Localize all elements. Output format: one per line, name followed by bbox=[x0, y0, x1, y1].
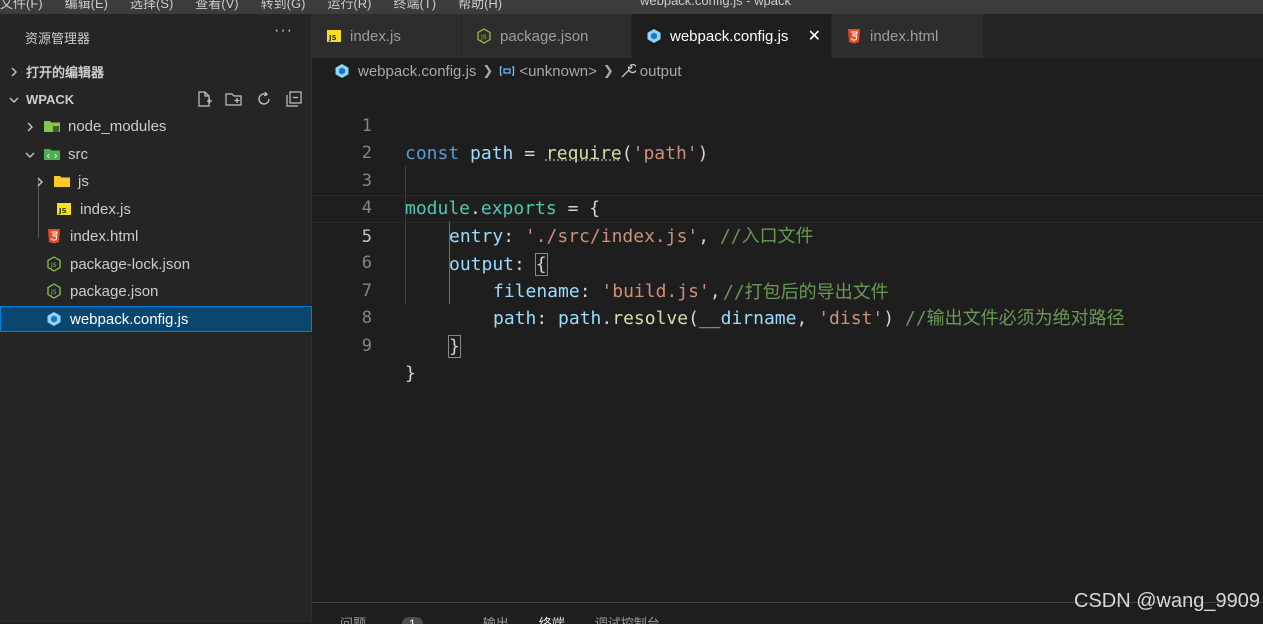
code-line: 1 const path = require('path') bbox=[312, 85, 1263, 165]
tree-item-label: package.json bbox=[70, 282, 159, 300]
tree-item-node-modules[interactable]: node_modules bbox=[0, 113, 312, 139]
menu-run[interactable]: 运行(R) bbox=[327, 0, 371, 12]
menu-bar: 文件(F) 编辑(E) 选择(S) 查看(V) 转到(G) 运行(R) 终端(T… bbox=[0, 0, 1263, 14]
chevron-right-icon: ❯ bbox=[482, 63, 494, 78]
chevron-down-icon bbox=[22, 146, 38, 162]
chevron-right-icon bbox=[32, 173, 48, 189]
tab-bar: JS index.js JS package.json webpack.conf… bbox=[312, 14, 1263, 58]
line-number: 9 bbox=[361, 335, 372, 356]
menu-selection[interactable]: 选择(S) bbox=[130, 0, 173, 12]
close-icon[interactable]: ✕ bbox=[808, 26, 821, 46]
collapse-all-icon[interactable] bbox=[285, 90, 303, 108]
tree-item-label: package-lock.json bbox=[70, 255, 191, 273]
tree-item-index-html[interactable]: index.html bbox=[0, 223, 312, 249]
chevron-right-icon bbox=[22, 118, 38, 134]
code-line: 9 } bbox=[312, 305, 1263, 385]
breadcrumb-scope[interactable]: <unknown> bbox=[519, 63, 597, 80]
html5-icon bbox=[846, 28, 862, 44]
menu-edit[interactable]: 编辑(E) bbox=[65, 0, 108, 12]
variable-icon bbox=[499, 63, 515, 79]
panel-tab-debug-console[interactable]: 调试控制台 bbox=[595, 613, 660, 624]
open-editors-section[interactable]: 打开的编辑器 bbox=[0, 58, 312, 84]
tree-item-label: index.html bbox=[70, 227, 139, 245]
tab-label: webpack.config.js bbox=[670, 27, 789, 45]
tab-package-json[interactable]: JS package.json bbox=[462, 14, 632, 58]
wrench-icon bbox=[620, 63, 638, 79]
open-editors-label: 打开的编辑器 bbox=[26, 64, 105, 80]
line-text: } bbox=[405, 363, 416, 384]
svg-text:JS: JS bbox=[50, 289, 57, 296]
project-label: WPACK bbox=[26, 91, 75, 107]
src-folder-icon bbox=[44, 146, 60, 162]
chevron-right-icon: ❯ bbox=[602, 63, 614, 78]
code-line: 8 } bbox=[312, 278, 1263, 358]
project-section[interactable]: WPACK bbox=[0, 86, 312, 112]
tree-item-js[interactable]: js bbox=[0, 168, 312, 194]
html5-icon bbox=[46, 228, 62, 244]
breadcrumb-file[interactable]: webpack.config.js bbox=[358, 63, 476, 80]
tree-item-label: webpack.config.js bbox=[70, 310, 189, 328]
explorer-sidebar: 资源管理器 ··· 打开的编辑器 WPACK node_modules src … bbox=[0, 14, 312, 623]
webpack-icon bbox=[46, 311, 62, 327]
menu-go[interactable]: 转到(G) bbox=[261, 0, 306, 12]
tab-index-html[interactable]: index.html bbox=[832, 14, 984, 58]
panel-tab-output[interactable]: 输出 bbox=[483, 613, 509, 624]
svg-text:JS: JS bbox=[50, 262, 57, 269]
tab-index-js[interactable]: JS index.js bbox=[312, 14, 462, 58]
node-json-icon: JS bbox=[46, 283, 62, 299]
breadcrumb-symbol[interactable]: output bbox=[640, 63, 682, 80]
code-line: 7 path: path.resolve(__dirname, 'dist') … bbox=[312, 250, 1263, 330]
editor-area: JS index.js JS package.json webpack.conf… bbox=[312, 14, 1263, 623]
chevron-down-icon bbox=[6, 91, 22, 107]
explorer-actions bbox=[195, 86, 315, 112]
explorer-title: 资源管理器 bbox=[25, 31, 91, 46]
tree-item-label: node_modules bbox=[68, 117, 167, 135]
tree-item-package-json[interactable]: JS package.json bbox=[0, 278, 312, 304]
code-line: 6 filename: 'build.js', bbox=[312, 223, 1263, 302]
js-file-icon: JS bbox=[56, 201, 72, 217]
webpack-icon bbox=[646, 28, 662, 44]
refresh-icon[interactable] bbox=[255, 90, 273, 108]
menu-items: 文件(F) 编辑(E) 选择(S) 查看(V) 转到(G) 运行(R) 终端(T… bbox=[0, 0, 524, 12]
tree-item-label: js bbox=[78, 172, 89, 190]
code-line: 4 entry: './src/index.js', //入口文件 bbox=[312, 168, 1263, 247]
js-folder-icon bbox=[54, 173, 70, 189]
tab-webpack-config[interactable]: webpack.config.js ✕ bbox=[632, 14, 832, 58]
menu-help[interactable]: 帮助(H) bbox=[458, 0, 502, 12]
svg-text:JS: JS bbox=[328, 34, 337, 42]
watermark: CSDN @wang_9909 bbox=[1074, 590, 1260, 612]
node-json-icon: JS bbox=[476, 28, 492, 44]
panel-tab-problems[interactable]: 问题 1 bbox=[340, 613, 453, 624]
code-line-current: 5 output: { //打包后的导出文件 bbox=[312, 195, 1263, 303]
menu-view[interactable]: 查看(V) bbox=[195, 0, 238, 12]
node-json-icon: JS bbox=[46, 256, 62, 272]
svg-text:JS: JS bbox=[58, 207, 67, 215]
breadcrumb: webpack.config.js ❯ <unknown> ❯ output bbox=[312, 58, 1263, 84]
menu-file[interactable]: 文件(F) bbox=[0, 0, 43, 12]
line-text: } bbox=[448, 334, 461, 358]
js-file-icon: JS bbox=[326, 28, 342, 44]
svg-text:JS: JS bbox=[480, 34, 487, 41]
window-title: webpack.config.js - wpack bbox=[640, 0, 792, 8]
panel-tabs: 问题 1 输出 终端 调试控制台 bbox=[340, 613, 690, 624]
code-line: 3 module.exports = { bbox=[312, 140, 1263, 220]
webpack-icon bbox=[334, 63, 350, 79]
panel-tab-terminal[interactable]: 终端 bbox=[539, 613, 565, 624]
code-line: 2 bbox=[312, 113, 1263, 163]
new-file-icon[interactable] bbox=[195, 90, 213, 108]
tree-item-label: src bbox=[68, 145, 88, 163]
more-actions-icon[interactable]: ··· bbox=[274, 22, 293, 40]
tree-item-src[interactable]: src bbox=[0, 141, 312, 167]
tree-item-package-lock[interactable]: JS package-lock.json bbox=[0, 251, 312, 277]
tree-item-label: index.js bbox=[80, 200, 131, 218]
tree-item-webpack-config[interactable]: webpack.config.js bbox=[0, 306, 312, 332]
chevron-right-icon bbox=[6, 63, 22, 79]
tab-label: index.html bbox=[870, 27, 939, 45]
tab-label: index.js bbox=[350, 27, 401, 45]
new-folder-icon[interactable] bbox=[225, 90, 243, 108]
tree-item-index-js[interactable]: JS index.js bbox=[0, 196, 312, 222]
menu-terminal[interactable]: 终端(T) bbox=[393, 0, 436, 12]
tab-label: package.json bbox=[500, 27, 589, 45]
node-folder-icon bbox=[44, 118, 60, 134]
